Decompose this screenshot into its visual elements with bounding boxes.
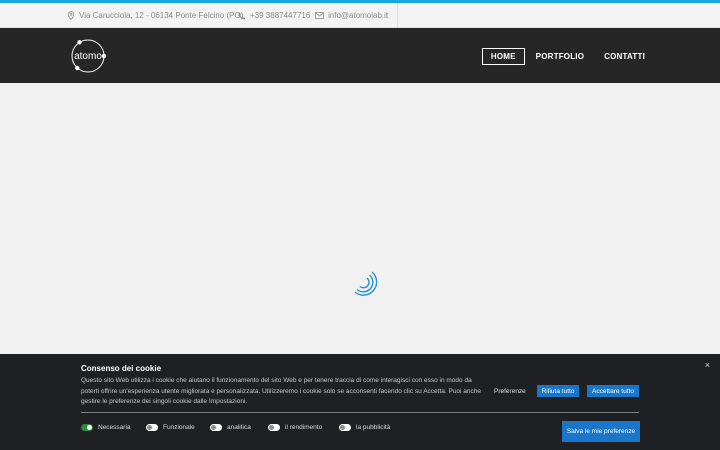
toggle-switch[interactable] [81,424,93,431]
email-text[interactable]: info@atomolab.it [328,11,388,20]
map-pin-icon [67,11,75,20]
preferences-link[interactable]: Preferenze [494,388,526,395]
toggle-knob [211,425,216,430]
logo-text: atomo [74,51,102,62]
accept-all-button[interactable]: Accettare tutto [587,385,639,397]
topbar-separator [397,3,398,28]
toggle-label: analitica [227,424,251,431]
nav-portfolio[interactable]: PORTFOLIO [527,48,593,65]
cookie-description: Questo sito Web utilizza i cookie che ai… [81,377,482,405]
toggle-functional[interactable]: Funzionale [146,424,195,431]
cookie-divider [81,412,639,413]
toggle-label: il rendimento [285,424,323,431]
toggle-knob [340,425,345,430]
loading-spinner-icon [354,271,378,296]
toggle-knob [269,425,274,430]
site-header: atomo HOME PORTFOLIO CONTATTI [0,28,720,83]
main-nav: HOME PORTFOLIO CONTATTI [480,48,654,65]
toggle-switch[interactable] [146,424,158,431]
contact-topbar: Via Carucciola, 12 - 06134 Ponte Felcino… [0,3,720,28]
toggle-switch[interactable] [339,424,351,431]
toggle-label: Funzionale [163,424,195,431]
toggle-knob [147,425,152,430]
address-info: Via Carucciola, 12 - 06134 Ponte Felcino… [67,3,243,28]
toggle-analytics[interactable]: analitica [210,424,251,431]
phone-text[interactable]: +39 3887447716 [250,11,310,20]
atomo-logo[interactable]: atomo [67,37,109,75]
reject-all-button[interactable]: Rifiuta tutto [537,385,579,397]
close-icon[interactable]: × [705,360,710,370]
cookie-consent-banner: × Consenso dei cookie Questo sito Web ut… [0,354,720,450]
toggle-knob [87,425,92,430]
save-preferences-button[interactable]: Salva le mie preferenze [562,421,640,442]
toggle-performance[interactable]: il rendimento [268,424,322,431]
toggle-advertising[interactable]: la pubblicità [339,424,390,431]
phone-info[interactable]: +39 3887447716 [238,3,310,28]
envelope-icon [315,12,324,19]
phone-icon [238,12,246,20]
toggle-label: Necessaria [98,424,131,431]
cookie-title: Consenso dei cookie [81,364,162,373]
toggle-switch[interactable] [268,424,280,431]
address-text: Via Carucciola, 12 - 06134 Ponte Felcino… [79,11,244,20]
toggle-label: la pubblicità [356,424,391,431]
toggle-switch[interactable] [210,424,222,431]
nav-contatti[interactable]: CONTATTI [595,48,654,65]
toggle-necessary[interactable]: Necessaria [81,424,131,431]
nav-home[interactable]: HOME [481,48,525,65]
main-content-area [0,83,720,354]
email-info[interactable]: info@atomolab.it [315,3,388,28]
